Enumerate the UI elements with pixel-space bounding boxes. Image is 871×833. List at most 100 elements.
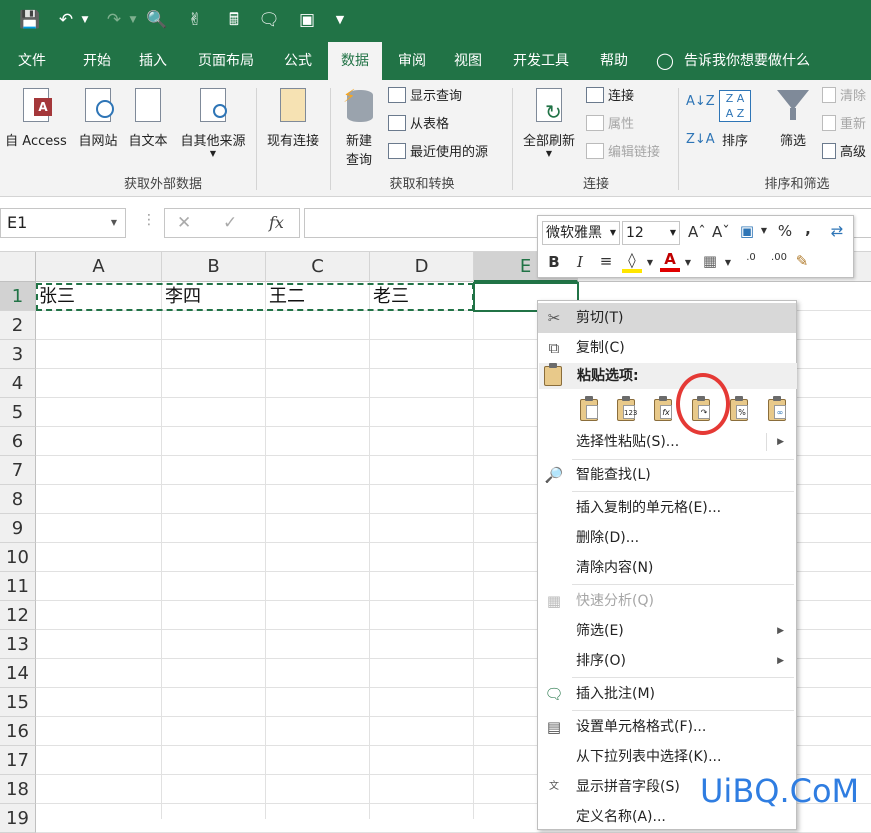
paste-link-button[interactable]: ∞ (764, 395, 790, 423)
row-header-10[interactable]: 10 (0, 543, 36, 572)
chevron-down-icon[interactable]: ▼ (111, 209, 117, 237)
from-table-button[interactable]: 从表格 (388, 114, 449, 136)
select-all-corner[interactable] (0, 252, 36, 282)
accounting-format-icon[interactable]: ▣ (736, 222, 758, 240)
paste-button[interactable] (576, 395, 602, 423)
insert-function-icon[interactable]: fx (269, 213, 284, 232)
column-header-c[interactable]: C (266, 252, 370, 282)
refresh-all-button[interactable]: ↻ 全部刷新 ▼ (516, 86, 582, 158)
fill-color-icon[interactable]: ◊ (622, 251, 642, 273)
connections-button[interactable]: 连接 (586, 86, 634, 108)
menu-item-paste-special[interactable]: 选择性粘贴(S)... ▶ (538, 427, 796, 457)
menu-item-format-cells[interactable]: ▤ 设置单元格格式(F)... (538, 712, 796, 742)
row-header-14[interactable]: 14 (0, 659, 36, 688)
column-header-d[interactable]: D (370, 252, 474, 282)
borders-icon[interactable]: ▦ (700, 252, 720, 270)
touch-mode-icon[interactable]: ✌ (183, 8, 207, 32)
menu-item-cut[interactable]: ✂ 剪切(T) (538, 303, 796, 333)
recent-sources-button[interactable]: 最近使用的源 (388, 142, 488, 164)
filter-button[interactable]: 筛选 (770, 86, 816, 149)
from-access-button[interactable]: A 自 Access (0, 86, 72, 149)
row-header-1[interactable]: 1 (0, 282, 36, 311)
from-web-button[interactable]: 自网站 (74, 86, 122, 149)
slide-icon[interactable]: ▣ (295, 8, 319, 32)
sort-az-icon[interactable]: A↓Z (686, 94, 715, 109)
menu-item-filter[interactable]: 筛选(E) ▶ (538, 616, 796, 646)
advanced-button[interactable]: 高级 (822, 142, 866, 164)
format-painter-icon[interactable]: ✎ (792, 252, 812, 270)
chevron-down-icon[interactable]: ▼ (724, 258, 732, 267)
tell-me-search[interactable]: 告诉我你想要做什么 (684, 42, 834, 80)
decrease-font-icon[interactable]: Aˇ (712, 223, 730, 241)
tab-home[interactable]: 开始 (72, 42, 122, 80)
merge-center-icon[interactable]: ⇄ (826, 222, 848, 240)
row-header-11[interactable]: 11 (0, 572, 36, 601)
comma-style-icon[interactable]: , (802, 220, 814, 238)
menu-item-sort[interactable]: 排序(O) ▶ (538, 646, 796, 676)
column-header-a[interactable]: A (36, 252, 162, 282)
menu-item-pick-from-list[interactable]: 从下拉列表中选择(K)... (538, 742, 796, 772)
column-header-b[interactable]: B (162, 252, 266, 282)
show-queries-button[interactable]: 显示查询 (388, 86, 462, 108)
sort-za-icon[interactable]: Z↓A (686, 132, 715, 147)
tab-insert[interactable]: 插入 (128, 42, 178, 80)
row-header-6[interactable]: 6 (0, 427, 36, 456)
tab-review[interactable]: 审阅 (386, 42, 438, 80)
undo-icon[interactable]: ↶ (54, 8, 78, 32)
save-icon[interactable]: 💾 (18, 8, 42, 32)
tab-view[interactable]: 视图 (442, 42, 494, 80)
tab-formulas[interactable]: 公式 (272, 42, 324, 80)
row-header-15[interactable]: 15 (0, 688, 36, 717)
comment-icon[interactable]: 🗨 (257, 8, 281, 32)
tab-file[interactable]: 文件 (8, 42, 56, 80)
paste-formulas-button[interactable]: fx (650, 395, 676, 423)
row-header-9[interactable]: 9 (0, 514, 36, 543)
chevron-down-icon[interactable]: ▼ (760, 226, 768, 235)
row-header-17[interactable]: 17 (0, 746, 36, 775)
sort-button[interactable]: Z AA Z 排序 (712, 86, 758, 149)
row-header-8[interactable]: 8 (0, 485, 36, 514)
menu-item-insert-copied[interactable]: 插入复制的单元格(E)... (538, 493, 796, 523)
tab-developer[interactable]: 开发工具 (500, 42, 582, 80)
undo-dropdown-icon[interactable]: ▼ (80, 8, 90, 32)
name-box[interactable]: E1 ▼ (0, 208, 126, 238)
print-preview-icon[interactable]: 🔍 (145, 8, 169, 32)
menu-item-copy[interactable]: ⧉ 复制(C) (538, 333, 796, 363)
tab-help[interactable]: 帮助 (588, 42, 640, 80)
row-header-5[interactable]: 5 (0, 398, 36, 427)
from-other-sources-button[interactable]: 自其他来源 ▼ (174, 86, 252, 158)
row-header-2[interactable]: 2 (0, 311, 36, 340)
chevron-down-icon[interactable]: ▼ (646, 258, 654, 267)
tab-data[interactable]: 数据 (328, 42, 382, 80)
tab-page-layout[interactable]: 页面布局 (186, 42, 266, 80)
existing-connections-button[interactable]: 现有连接 (260, 86, 326, 149)
customize-icon[interactable]: ▼ (332, 8, 348, 32)
paste-values-button[interactable]: 123 (613, 395, 639, 423)
row-header-13[interactable]: 13 (0, 630, 36, 659)
menu-item-delete[interactable]: 删除(D)... (538, 523, 796, 553)
percent-icon[interactable]: % (776, 222, 794, 240)
row-header-3[interactable]: 3 (0, 340, 36, 369)
from-text-button[interactable]: 自文本 (124, 86, 172, 149)
increase-font-icon[interactable]: Aˆ (688, 223, 706, 241)
row-header-12[interactable]: 12 (0, 601, 36, 630)
menu-item-insert-comment[interactable]: 🗨 插入批注(M) (538, 679, 796, 709)
calculator-icon[interactable]: 🖩 (222, 8, 246, 32)
row-header-4[interactable]: 4 (0, 369, 36, 398)
decrease-decimal-icon[interactable]: .00 (764, 252, 794, 263)
align-center-icon[interactable]: ≡ (596, 252, 616, 270)
bold-icon[interactable]: B (546, 253, 562, 271)
font-name-box[interactable]: 微软雅黑 ▼ (542, 221, 620, 245)
menu-item-clear-contents[interactable]: 清除内容(N) (538, 553, 796, 583)
row-header-7[interactable]: 7 (0, 456, 36, 485)
italic-icon[interactable]: I (572, 253, 588, 271)
new-query-button[interactable]: ⚡ 新建 查询 (334, 86, 384, 168)
font-size-box[interactable]: 12 ▼ (622, 221, 680, 245)
increase-decimal-icon[interactable]: .0 (738, 252, 764, 263)
font-color-icon[interactable]: A (660, 250, 680, 272)
row-header-16[interactable]: 16 (0, 717, 36, 746)
paste-formatting-button[interactable]: % (726, 395, 752, 423)
menu-item-smart-lookup[interactable]: 🔎 智能查找(L) (538, 460, 796, 490)
chevron-down-icon[interactable]: ▼ (684, 258, 692, 267)
row-header-18[interactable]: 18 (0, 775, 36, 804)
